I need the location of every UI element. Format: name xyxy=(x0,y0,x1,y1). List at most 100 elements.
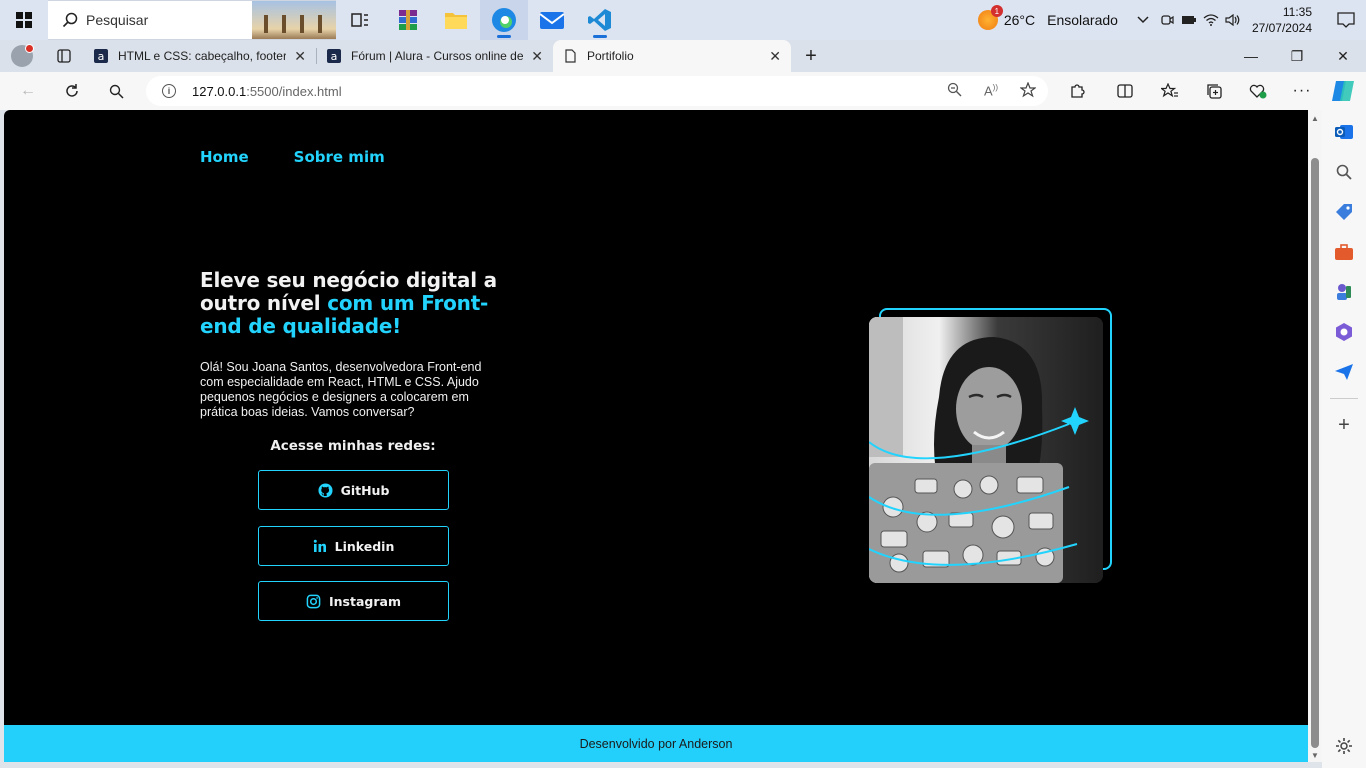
system-tray: 1 26°C Ensolarado 11:35 27/07/2024 xyxy=(977,0,1366,40)
scroll-thumb[interactable] xyxy=(1311,158,1319,748)
tab-portifolio[interactable]: Portifolio ✕ xyxy=(553,40,791,72)
taskbar-search[interactable]: Pesquisar xyxy=(48,0,336,40)
sun-icon: 1 xyxy=(977,5,1003,30)
url-field[interactable]: i 127.0.0.1:5500/index.html A)) xyxy=(146,76,1048,106)
site-footer: Desenvolvido por Anderson xyxy=(4,725,1308,762)
tab-html-css[interactable]: a HTML e CSS: cabeçalho, footer e ✕ xyxy=(84,40,316,72)
tab-title: Fórum | Alura - Cursos online de xyxy=(351,49,524,63)
close-tab-icon[interactable]: ✕ xyxy=(531,48,543,65)
weather-widget[interactable]: 1 26°C Ensolarado xyxy=(977,5,1118,30)
scroll-down-icon[interactable]: ▼ xyxy=(1311,751,1319,760)
close-tab-icon[interactable]: ✕ xyxy=(769,48,781,65)
svg-text:a: a xyxy=(98,50,105,63)
outlook-icon[interactable] xyxy=(1322,112,1366,152)
search-highlight-image xyxy=(252,1,336,39)
tab-forum-alura[interactable]: a Fórum | Alura - Cursos online de ✕ xyxy=(317,40,553,72)
nav-about-link[interactable]: Sobre mim xyxy=(294,148,385,166)
favorites-icon[interactable] xyxy=(1148,72,1192,110)
instagram-icon xyxy=(306,594,321,608)
search-icon[interactable] xyxy=(1322,152,1366,192)
page-viewport: Home Sobre mim Eleve seu negócio digital… xyxy=(4,110,1308,762)
search-icon xyxy=(62,12,78,28)
settings-gear-icon[interactable] xyxy=(1322,726,1366,766)
restore-button[interactable]: ❐ xyxy=(1274,40,1320,72)
page-scrollbar[interactable]: ▲ ▼ xyxy=(1308,110,1322,762)
tab-strip: a HTML e CSS: cabeçalho, footer e ✕ a Fó… xyxy=(0,40,1366,72)
more-menu-icon[interactable]: ··· xyxy=(1280,72,1324,110)
copilot-icon[interactable] xyxy=(1330,78,1356,104)
hero-title: Eleve seu negócio digital a outro nível … xyxy=(200,269,520,338)
edge-sidebar: + xyxy=(1322,110,1366,768)
split-screen-icon[interactable] xyxy=(1103,72,1147,110)
task-view-icon[interactable] xyxy=(336,0,384,40)
start-button[interactable] xyxy=(0,0,48,40)
zoom-icon[interactable] xyxy=(947,82,962,100)
github-label: GitHub xyxy=(340,482,390,498)
site-info-icon[interactable]: i xyxy=(162,84,176,98)
shopping-tag-icon[interactable] xyxy=(1322,192,1366,232)
refresh-button[interactable] xyxy=(50,72,94,110)
alura-favicon-icon: a xyxy=(327,49,341,63)
search-placeholder: Pesquisar xyxy=(86,12,149,28)
tools-briefcase-icon[interactable] xyxy=(1322,232,1366,272)
alura-favicon-icon: a xyxy=(94,49,108,63)
avatar xyxy=(11,44,34,67)
linkedin-icon xyxy=(313,539,326,552)
instagram-button[interactable]: Instagram xyxy=(258,581,449,621)
minimize-button[interactable]: — xyxy=(1228,40,1274,72)
page-icon xyxy=(565,49,576,63)
clock-time: 11:35 xyxy=(1282,5,1312,19)
volume-icon[interactable] xyxy=(1222,0,1244,40)
file-explorer-icon[interactable] xyxy=(432,0,480,40)
wifi-icon[interactable] xyxy=(1200,0,1222,40)
address-bar-row: ← i 127.0.0.1:5500/index.html A)) ··· xyxy=(0,72,1366,110)
meet-icon[interactable] xyxy=(1156,0,1178,40)
search-icon[interactable] xyxy=(94,72,138,110)
winrar-icon[interactable] xyxy=(384,0,432,40)
browser-essentials-icon[interactable] xyxy=(1236,72,1280,110)
add-icon[interactable]: + xyxy=(1322,405,1366,445)
profile-photo xyxy=(869,317,1103,583)
github-icon xyxy=(318,482,333,498)
tab-title: HTML e CSS: cabeçalho, footer e xyxy=(118,49,287,63)
url-path: :5500/index.html xyxy=(246,83,342,99)
office-icon[interactable] xyxy=(1322,312,1366,352)
games-icon[interactable] xyxy=(1322,272,1366,312)
scroll-up-icon[interactable]: ▲ xyxy=(1311,114,1319,123)
weather-temp: 26°C xyxy=(1003,12,1036,28)
close-tab-icon[interactable]: ✕ xyxy=(294,48,306,65)
sidebar-divider xyxy=(1330,398,1358,399)
weather-badge: 1 xyxy=(990,5,1003,17)
collections-icon[interactable] xyxy=(1192,72,1236,110)
hero-description: Olá! Sou Joana Santos, desenvolvedora Fr… xyxy=(200,360,482,419)
notification-icon[interactable] xyxy=(1326,12,1366,28)
battery-icon[interactable] xyxy=(1178,0,1200,40)
favorite-star-icon[interactable] xyxy=(1019,80,1037,101)
nav-home-link[interactable]: Home xyxy=(200,148,249,166)
github-button[interactable]: GitHub xyxy=(258,470,449,510)
close-window-button[interactable]: ✕ xyxy=(1320,40,1366,72)
clock-date: 27/07/2024 xyxy=(1251,21,1312,35)
edge-taskbar-icon[interactable] xyxy=(480,0,528,40)
vscode-icon[interactable] xyxy=(576,0,624,40)
extensions-icon[interactable] xyxy=(1055,72,1099,110)
taskbar-clock[interactable]: 11:35 27/07/2024 xyxy=(1252,4,1312,36)
read-aloud-icon[interactable]: A)) xyxy=(984,83,998,98)
mail-icon[interactable] xyxy=(528,0,576,40)
new-tab-button[interactable]: + xyxy=(791,40,831,72)
profile-button[interactable] xyxy=(0,40,44,72)
footer-text: Desenvolvido por Anderson xyxy=(579,736,733,751)
window-controls: — ❐ ✕ xyxy=(1228,40,1366,72)
weather-desc: Ensolarado xyxy=(1047,12,1118,28)
site-nav: Home Sobre mim xyxy=(200,148,385,166)
send-icon[interactable] xyxy=(1322,352,1366,392)
linkedin-button[interactable]: Linkedin xyxy=(258,526,449,566)
linkedin-label: Linkedin xyxy=(334,538,395,554)
svg-text:a: a xyxy=(331,50,338,63)
taskbar: Pesquisar 1 26°C Ensolarado 11:35 27/07/… xyxy=(0,0,1366,40)
tab-title: Portifolio xyxy=(587,49,634,63)
back-button[interactable]: ← xyxy=(6,72,50,110)
chevron-up-icon[interactable] xyxy=(1130,0,1156,40)
tab-actions-icon[interactable] xyxy=(44,40,84,72)
instagram-label: Instagram xyxy=(329,593,401,609)
